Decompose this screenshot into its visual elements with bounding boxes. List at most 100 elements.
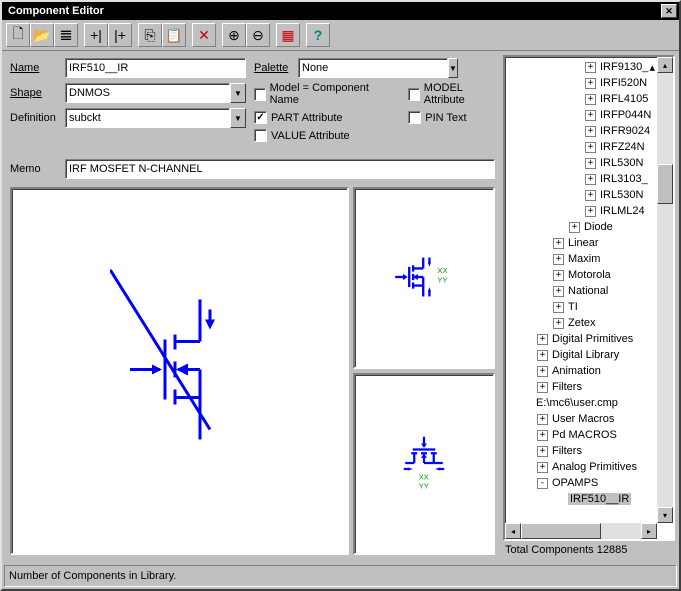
- close-button[interactable]: ✕: [661, 4, 677, 18]
- tree-item[interactable]: +IRF9130_▴: [505, 59, 673, 75]
- add-right-button[interactable]: |+: [108, 23, 132, 47]
- value-attr-checkbox[interactable]: [254, 129, 267, 142]
- tree-expander[interactable]: +: [537, 446, 548, 457]
- tree-expander[interactable]: +: [537, 382, 548, 393]
- delete-button[interactable]: ✕: [192, 23, 216, 47]
- chevron-down-icon[interactable]: ▼: [230, 83, 246, 103]
- tree-item[interactable]: +IRL3103_: [505, 171, 673, 187]
- tree-content[interactable]: +IRF9130_▴+IRFI520N+IRFL4105+IRFP044N+IR…: [505, 57, 673, 539]
- tree-expander[interactable]: +: [537, 430, 548, 441]
- tree-item[interactable]: +IRFI520N: [505, 75, 673, 91]
- chevron-down-icon[interactable]: ▼: [230, 108, 246, 128]
- preview-top-small[interactable]: XX YY: [353, 187, 495, 369]
- scroll-right-button[interactable]: ▸: [641, 523, 657, 539]
- tree-item[interactable]: +Motorola: [505, 267, 673, 283]
- tree-expander[interactable]: +: [585, 174, 596, 185]
- scrollbar-vertical[interactable]: ▴ ▾: [657, 57, 673, 523]
- paste-button[interactable]: 📋: [162, 23, 186, 47]
- tree-expander[interactable]: +: [553, 286, 564, 297]
- tree-label: IRFR9024: [600, 125, 650, 137]
- tree-item[interactable]: E:\mc6\user.cmp: [505, 395, 673, 411]
- model-comp-checkbox[interactable]: [254, 88, 266, 101]
- tree-expander[interactable]: +: [585, 206, 596, 217]
- tree-item[interactable]: +Analog Primitives: [505, 459, 673, 475]
- tree-item[interactable]: +IRLML24: [505, 203, 673, 219]
- tree-item[interactable]: +Diode: [505, 219, 673, 235]
- preview-main[interactable]: 1 2 3: [10, 187, 349, 555]
- tree-item[interactable]: -OPAMPS: [505, 475, 673, 491]
- tree-icon: 𝌆: [60, 27, 73, 44]
- tree-item[interactable]: +Linear: [505, 235, 673, 251]
- tree-item[interactable]: IRF510__IR: [505, 491, 673, 507]
- zoom-out-button[interactable]: ⊖: [246, 23, 270, 47]
- tree-item[interactable]: +Digital Primitives: [505, 331, 673, 347]
- scroll-thumb-v[interactable]: [657, 164, 673, 204]
- tree-item[interactable]: +User Macros: [505, 411, 673, 427]
- tree-item[interactable]: +Animation: [505, 363, 673, 379]
- chevron-down-icon[interactable]: ▼: [448, 58, 458, 78]
- tree-item[interactable]: +Digital Library: [505, 347, 673, 363]
- scroll-left-button[interactable]: ◂: [505, 523, 521, 539]
- name-input[interactable]: [65, 58, 246, 78]
- zoom-in-button[interactable]: ⊕: [222, 23, 246, 47]
- part-attr-checkbox[interactable]: ✓: [254, 111, 267, 124]
- memo-input[interactable]: [65, 159, 495, 179]
- scroll-down-button[interactable]: ▾: [657, 507, 673, 523]
- tree-pane[interactable]: +IRF9130_▴+IRFI520N+IRFL4105+IRFP044N+IR…: [503, 55, 675, 541]
- tree-expander[interactable]: +: [553, 302, 564, 313]
- scrollbar-horizontal[interactable]: ◂ ▸: [505, 523, 657, 539]
- scroll-thumb-h[interactable]: [521, 523, 601, 539]
- shape-select[interactable]: ▼: [65, 83, 246, 103]
- preview-area: 1 2 3: [6, 183, 499, 559]
- tree-item[interactable]: +IRFP044N: [505, 107, 673, 123]
- definition-select[interactable]: ▼: [65, 108, 246, 128]
- tree-expander[interactable]: +: [537, 350, 548, 361]
- tree-item[interactable]: +Maxim: [505, 251, 673, 267]
- open-button[interactable]: 📂: [30, 23, 54, 47]
- tree-item[interactable]: +IRFL4105: [505, 91, 673, 107]
- name-label: Name: [10, 62, 65, 74]
- tree-expander[interactable]: +: [553, 318, 564, 329]
- tree-expander[interactable]: +: [553, 270, 564, 281]
- tree-expander[interactable]: +: [537, 334, 548, 345]
- add-left-button[interactable]: +|: [84, 23, 108, 47]
- model-attr-checkbox[interactable]: [408, 88, 420, 101]
- tree-expander[interactable]: +: [553, 254, 564, 265]
- tree-item[interactable]: +National: [505, 283, 673, 299]
- scroll-up-button[interactable]: ▴: [657, 57, 673, 73]
- tree-expander[interactable]: +: [553, 238, 564, 249]
- svg-text:YY: YY: [419, 481, 429, 490]
- tree-expander[interactable]: +: [585, 78, 596, 89]
- tree-item[interactable]: +Pd MACROS: [505, 427, 673, 443]
- tree-expander[interactable]: +: [537, 366, 548, 377]
- tree-item[interactable]: +IRL530N: [505, 155, 673, 171]
- new-button[interactable]: 🗋: [6, 23, 30, 47]
- tree-expander[interactable]: +: [537, 414, 548, 425]
- tree-item[interactable]: +IRL530N: [505, 187, 673, 203]
- open-icon: 📂: [33, 27, 50, 44]
- tree-expander[interactable]: +: [585, 158, 596, 169]
- tree-expander[interactable]: +: [585, 126, 596, 137]
- tree-item[interactable]: + TI: [505, 299, 673, 315]
- tree-expander[interactable]: +: [537, 462, 548, 473]
- copy-button[interactable]: ⎘: [138, 23, 162, 47]
- tree-button[interactable]: 𝌆: [54, 23, 78, 47]
- palette-select[interactable]: ▼: [298, 58, 456, 78]
- tree-expander[interactable]: +: [585, 142, 596, 153]
- tree-expander[interactable]: +: [569, 222, 580, 233]
- tree-item[interactable]: +Zetex: [505, 315, 673, 331]
- grid-button[interactable]: ▦: [276, 23, 300, 47]
- tree-item[interactable]: +IRFZ24N: [505, 139, 673, 155]
- preview-bottom-small[interactable]: XX YY: [353, 373, 495, 555]
- tree-item[interactable]: +Filters: [505, 443, 673, 459]
- pin-text-checkbox[interactable]: [408, 111, 421, 124]
- tree-expander[interactable]: +: [585, 62, 596, 73]
- tree-item[interactable]: +Filters: [505, 379, 673, 395]
- tree-expander[interactable]: +: [585, 190, 596, 201]
- tree-expander[interactable]: +: [585, 110, 596, 121]
- tree-expander[interactable]: +: [585, 94, 596, 105]
- help-button[interactable]: ?: [306, 23, 330, 47]
- tree-label: TI: [568, 301, 578, 313]
- tree-item[interactable]: + IRFR9024: [505, 123, 673, 139]
- tree-expander[interactable]: -: [537, 478, 548, 489]
